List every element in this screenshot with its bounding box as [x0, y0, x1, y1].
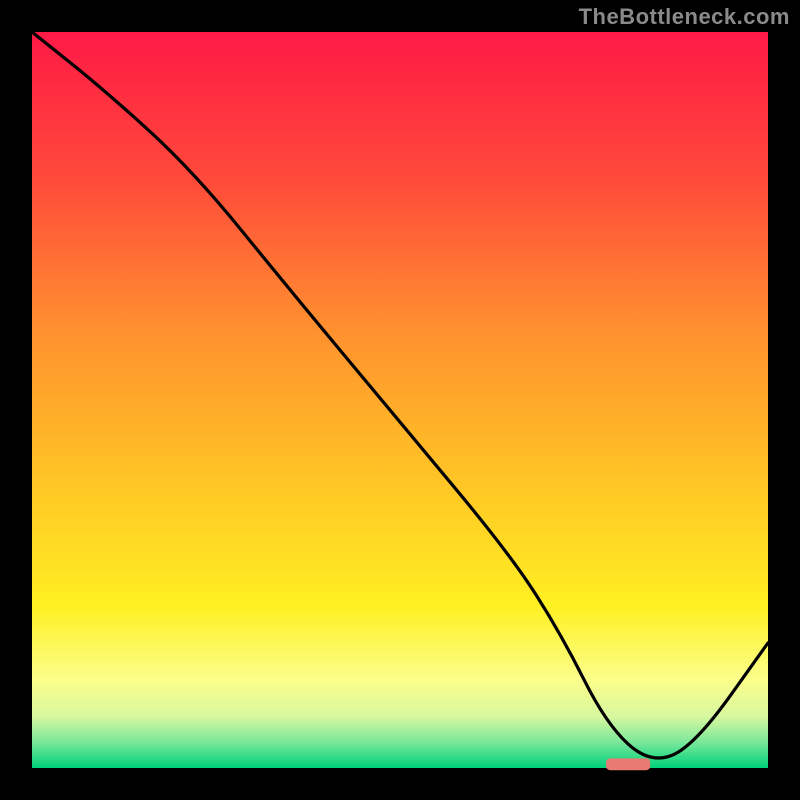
optimum-marker: [606, 758, 650, 770]
chart-frame: TheBottleneck.com: [0, 0, 800, 800]
bottleneck-chart: [0, 0, 800, 800]
plot-background: [32, 32, 768, 768]
watermark-text: TheBottleneck.com: [579, 4, 790, 30]
